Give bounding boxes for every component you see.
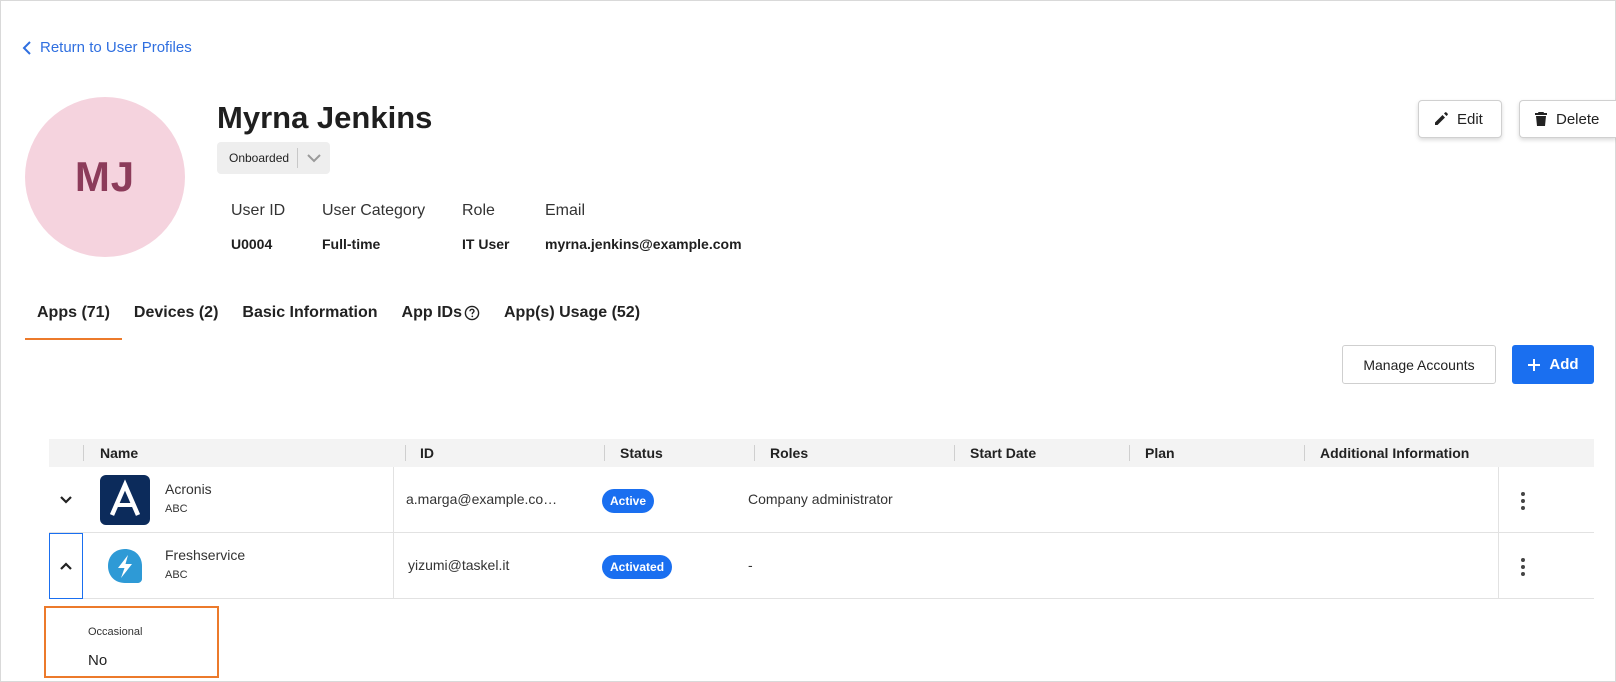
delete-button-label: Delete bbox=[1556, 110, 1600, 128]
add-button-label: Add bbox=[1549, 356, 1579, 373]
tab-apps[interactable]: Apps (71) bbox=[25, 296, 122, 340]
add-button[interactable]: Add bbox=[1512, 345, 1594, 384]
delete-button[interactable]: Delete bbox=[1519, 100, 1616, 138]
app-name: Freshservice bbox=[165, 547, 246, 563]
role-field: Role IT User bbox=[462, 202, 509, 252]
edit-button-label: Edit bbox=[1457, 110, 1483, 128]
column-header-additional-information[interactable]: Additional Information bbox=[1320, 445, 1469, 461]
user-category-field: User Category Full-time bbox=[322, 202, 425, 252]
account-roles: - bbox=[748, 557, 753, 573]
user-status-value: Onboarded bbox=[229, 151, 290, 165]
account-id: yizumi@taskel.it bbox=[408, 557, 510, 573]
email-field: Email myrna.jenkins@example.com bbox=[545, 202, 742, 252]
tab-app-ids-label: App IDs bbox=[401, 304, 462, 321]
trash-icon bbox=[1535, 112, 1547, 126]
more-vert-icon[interactable] bbox=[1514, 555, 1532, 579]
page-title: Myrna Jenkins bbox=[217, 100, 433, 135]
tab-app-usage[interactable]: App(s) Usage (52) bbox=[492, 296, 652, 340]
chevron-left-icon bbox=[22, 40, 31, 55]
more-vert-icon[interactable] bbox=[1514, 489, 1532, 513]
plus-icon bbox=[1528, 358, 1541, 371]
expanded-row-detail: Occasional No bbox=[44, 606, 219, 678]
user-category-value: Full-time bbox=[322, 236, 381, 252]
column-divider bbox=[1498, 467, 1499, 532]
email-label: Email bbox=[545, 202, 586, 219]
manage-accounts-button[interactable]: Manage Accounts bbox=[1342, 345, 1496, 384]
tab-basic-information-label: Basic Information bbox=[242, 304, 378, 321]
account-roles: Company administrator bbox=[748, 491, 893, 507]
edit-button[interactable]: Edit bbox=[1418, 100, 1502, 138]
app-name: Acronis bbox=[165, 481, 212, 497]
table-row: Freshservice ABC yizumi@taskel.it Activa… bbox=[49, 533, 1594, 599]
column-header-roles[interactable]: Roles bbox=[770, 445, 808, 461]
tab-app-ids[interactable]: App IDs bbox=[390, 296, 492, 340]
apps-table: Name ID Status Roles Start Date Plan Add… bbox=[49, 439, 1594, 599]
detail-value: No bbox=[88, 652, 108, 669]
detail-label: Occasional bbox=[88, 626, 143, 638]
role-value: IT User bbox=[462, 236, 510, 252]
user-id-value: U0004 bbox=[231, 236, 273, 252]
profile-tabs: Apps (71) Devices (2) Basic Information … bbox=[25, 296, 652, 340]
column-divider[interactable] bbox=[754, 445, 755, 461]
row-collapse-button[interactable] bbox=[49, 533, 83, 599]
column-divider[interactable] bbox=[1304, 445, 1305, 461]
tab-apps-label: Apps (71) bbox=[37, 304, 110, 321]
freshservice-logo-icon bbox=[108, 549, 142, 583]
column-divider[interactable] bbox=[1129, 445, 1130, 461]
row-expand-button[interactable] bbox=[49, 467, 83, 533]
column-header-start-date[interactable]: Start Date bbox=[970, 445, 1036, 461]
tab-basic-information[interactable]: Basic Information bbox=[230, 296, 389, 340]
app-subtitle: ABC bbox=[165, 569, 188, 581]
tab-devices[interactable]: Devices (2) bbox=[122, 296, 231, 340]
user-id-field: User ID U0004 bbox=[231, 202, 285, 252]
table-header: Name ID Status Roles Start Date Plan Add… bbox=[49, 439, 1594, 467]
user-status-select[interactable]: Onboarded bbox=[217, 142, 330, 174]
help-circle-icon[interactable] bbox=[464, 305, 480, 321]
manage-accounts-label: Manage Accounts bbox=[1363, 356, 1475, 373]
chevron-up-icon bbox=[60, 562, 72, 570]
column-divider[interactable] bbox=[954, 445, 955, 461]
avatar-initials: MJ bbox=[74, 153, 136, 200]
table-row: Acronis ABC a.marga@example.co… Active C… bbox=[49, 467, 1594, 533]
tab-app-usage-label: App(s) Usage (52) bbox=[504, 304, 641, 321]
status-badge: Activated bbox=[602, 555, 673, 579]
acronis-logo-icon bbox=[100, 475, 150, 525]
pencil-icon bbox=[1435, 112, 1448, 125]
chevron-down-icon bbox=[298, 153, 330, 163]
avatar: MJ bbox=[25, 97, 185, 257]
user-id-label: User ID bbox=[231, 202, 286, 219]
chevron-down-icon bbox=[60, 496, 72, 504]
app-subtitle: ABC bbox=[165, 503, 188, 515]
return-link-label: Return to User Profiles bbox=[40, 39, 192, 56]
status-badge: Active bbox=[602, 489, 655, 513]
column-header-plan[interactable]: Plan bbox=[1145, 445, 1175, 461]
column-header-status[interactable]: Status bbox=[620, 445, 663, 461]
column-divider[interactable] bbox=[604, 445, 605, 461]
user-category-label: User Category bbox=[322, 202, 426, 219]
tab-devices-label: Devices (2) bbox=[133, 304, 219, 321]
column-divider bbox=[393, 467, 394, 532]
column-divider bbox=[83, 445, 84, 461]
column-divider[interactable] bbox=[405, 445, 406, 461]
column-divider bbox=[1498, 533, 1499, 598]
email-value: myrna.jenkins@example.com bbox=[545, 236, 742, 252]
column-header-id[interactable]: ID bbox=[420, 445, 434, 461]
column-header-name[interactable]: Name bbox=[100, 445, 138, 461]
role-label: Role bbox=[462, 202, 495, 219]
return-to-user-profiles-link[interactable]: Return to User Profiles bbox=[22, 39, 192, 56]
column-divider bbox=[393, 533, 394, 598]
account-id: a.marga@example.co… bbox=[406, 491, 558, 507]
